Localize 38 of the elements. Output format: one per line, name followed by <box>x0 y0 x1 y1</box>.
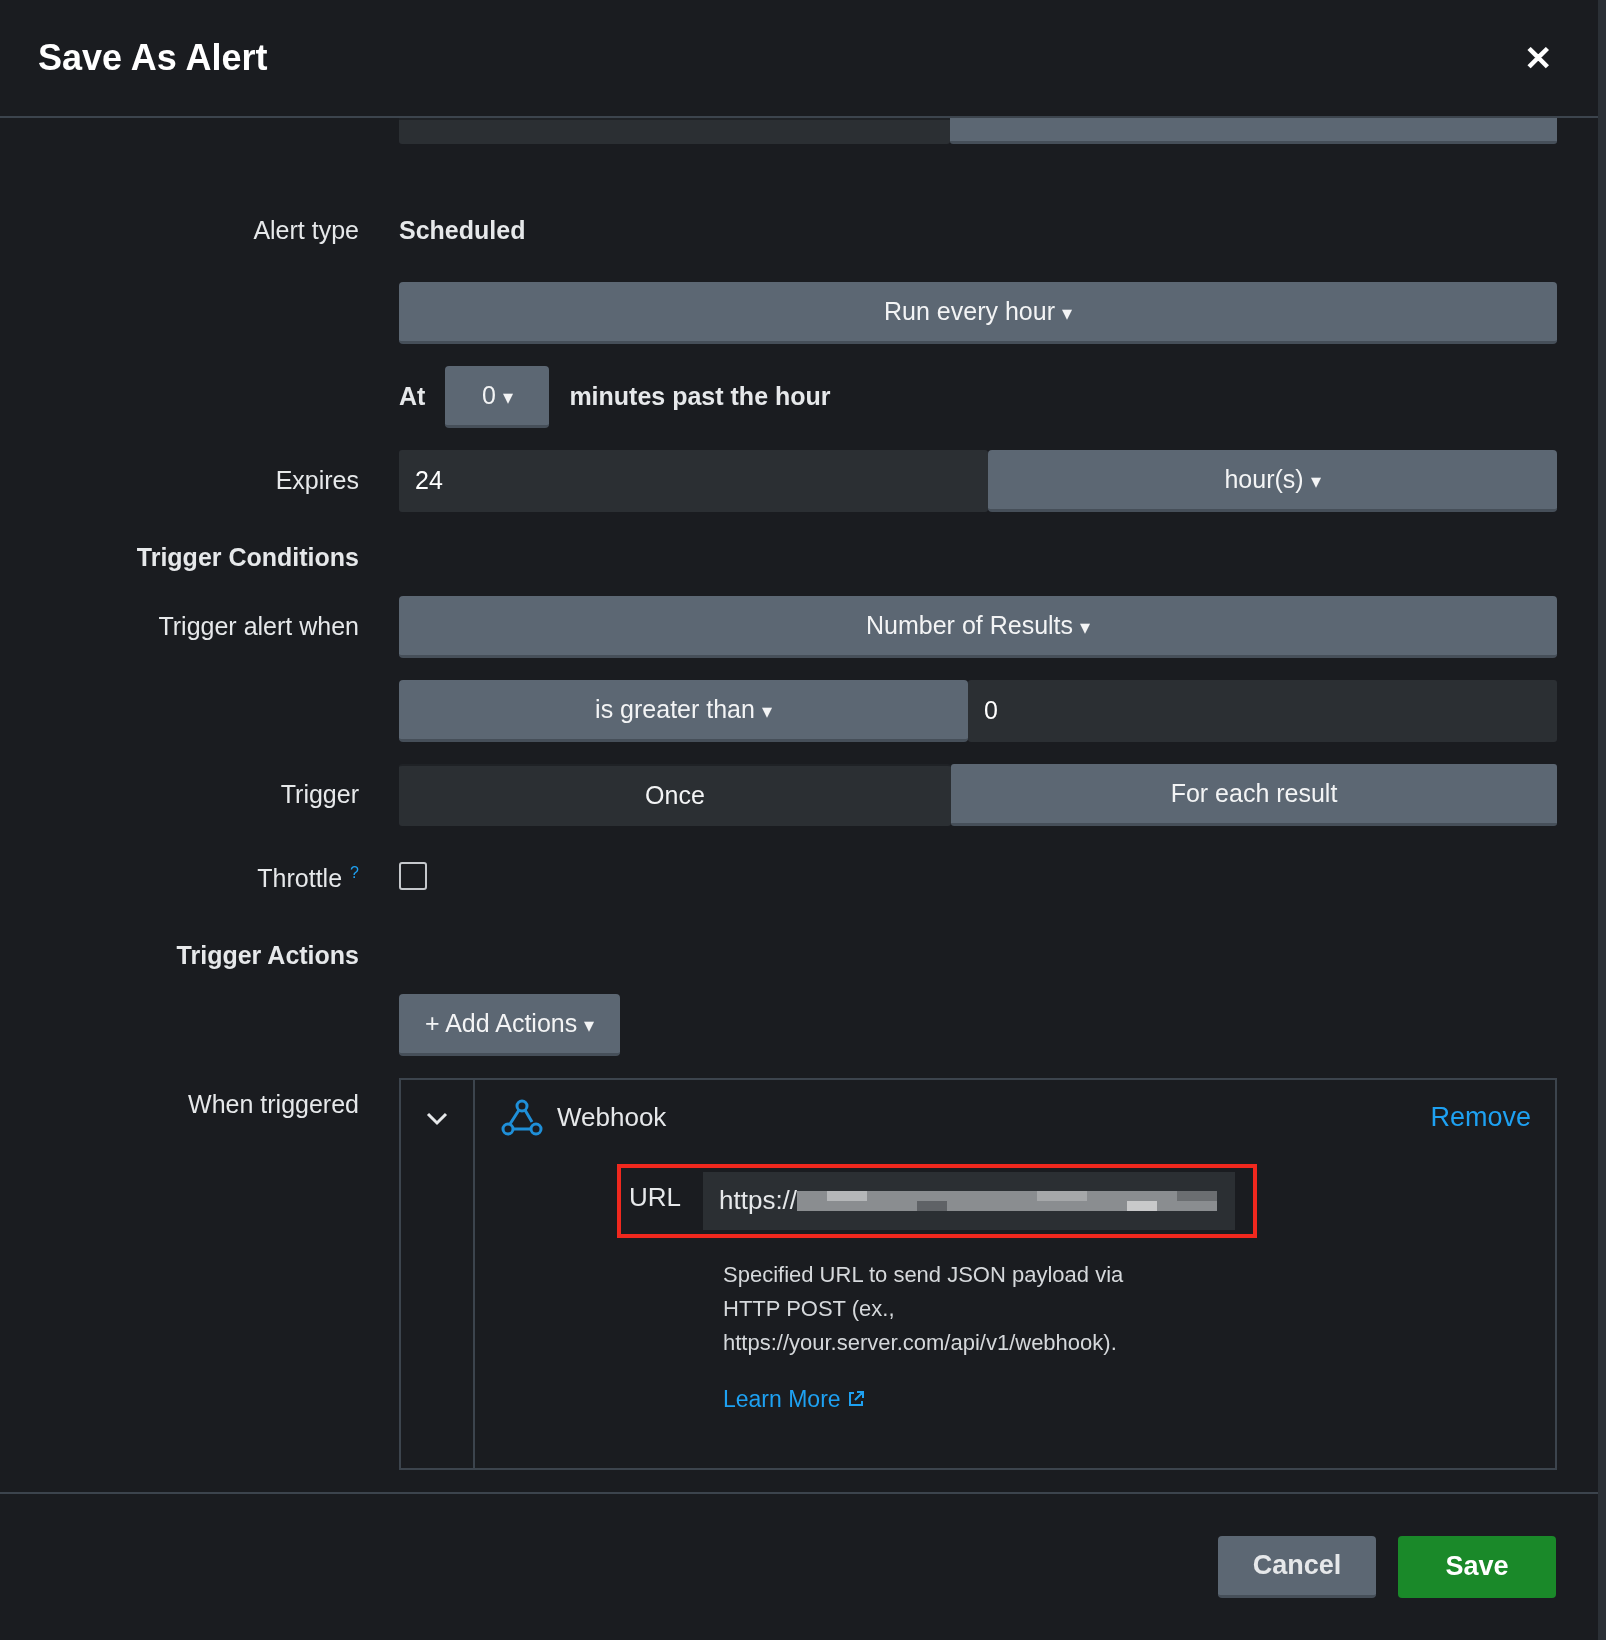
help-text: Specified URL to send JSON payload via HTTP POST (ex., https://your.server.com/api/v1/webhook). <box>723 1260 1125 1357</box>
webhook-icon <box>501 1097 543 1138</box>
dialog-title: Save As Alert <box>38 36 268 79</box>
remove-link[interactable]: Remove <box>1430 1102 1531 1134</box>
field-label: Trigger alert when <box>158 612 359 641</box>
field-label: Alert type <box>253 216 359 245</box>
add-actions-button[interactable]: + Add Actions ▾ <box>399 993 621 1056</box>
field-label: When triggered <box>187 1089 359 1119</box>
close-button[interactable]: ✕ <box>1518 37 1558 78</box>
minutes-label: minutes past the hour <box>569 382 831 412</box>
url-input[interactable]: https:// <box>703 1171 1235 1230</box>
unit-dropdown[interactable]: hour(s) ▾ <box>988 449 1557 512</box>
expires-input[interactable]: 24 <box>399 449 988 512</box>
footer-button[interactable]: Save <box>1398 1535 1556 1598</box>
throttle-checkbox[interactable] <box>399 861 427 890</box>
external-link-icon <box>846 1390 865 1409</box>
permission-toggle[interactable] <box>950 117 1557 144</box>
trigger-option[interactable]: Once <box>399 763 951 826</box>
schedule-dropdown[interactable]: Run every hour ▾ <box>399 281 1557 344</box>
learn-more-link[interactable]: Learn More <box>723 1385 865 1413</box>
alert-type-value: Scheduled <box>399 216 526 245</box>
chevron-icon[interactable] <box>426 1111 448 1126</box>
action-name: Webhook <box>557 1102 667 1134</box>
help-link[interactable]: ? <box>350 864 359 882</box>
field-label: Expires <box>275 466 359 495</box>
trigger-option[interactable]: For each result <box>951 763 1557 826</box>
section-heading: Trigger Actions <box>176 941 359 970</box>
condition-dropdown[interactable]: Number of Results ▾ <box>399 595 1557 658</box>
at-label: At <box>399 382 426 412</box>
section-heading: Trigger Conditions <box>136 543 359 572</box>
url-label: URL <box>629 1182 681 1214</box>
permission-toggle[interactable] <box>399 117 951 144</box>
minute-dropdown[interactable]: 0 ▾ <box>445 365 550 428</box>
threshold-input[interactable]: 0 <box>968 679 1557 742</box>
footer-button[interactable]: Cancel <box>1218 1535 1376 1598</box>
field-label: Throttle <box>257 864 343 893</box>
comparison-dropdown[interactable]: is greater than ▾ <box>399 679 968 742</box>
field-label: Trigger <box>280 780 359 809</box>
